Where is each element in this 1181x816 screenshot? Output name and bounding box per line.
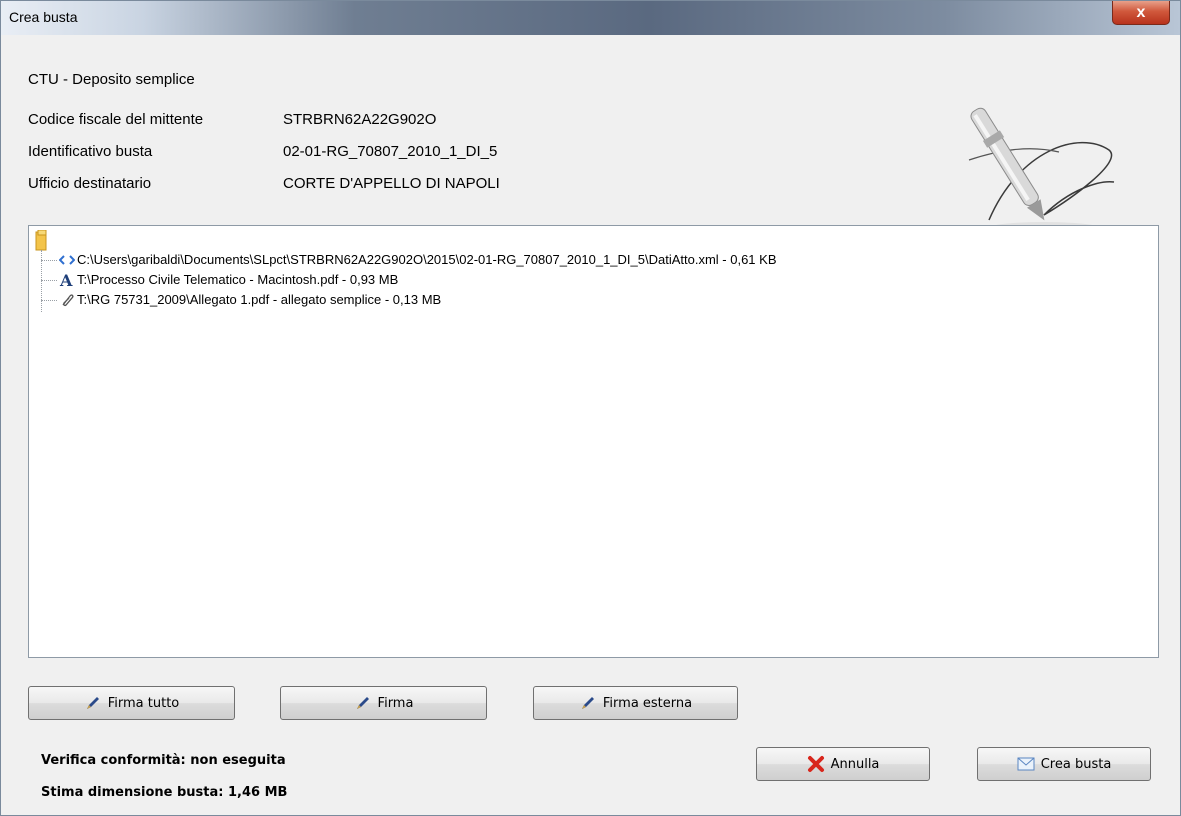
- tree-connector: [41, 300, 57, 301]
- info-value: CORTE D'APPELLO DI NAPOLI: [283, 175, 500, 192]
- pen-icon: [84, 694, 102, 712]
- crea-busta-button[interactable]: Crea busta: [977, 747, 1151, 781]
- title-bar[interactable]: Crea busta x: [1, 1, 1180, 35]
- envelope-contents-tree[interactable]: C:\Users\garibaldi\Documents\SLpct\STRBR…: [28, 225, 1159, 658]
- pen-icon: [354, 694, 372, 712]
- envelope-icon: [1017, 755, 1035, 773]
- dialog-body: CTU - Deposito semplice Codice fiscale d…: [9, 35, 1173, 809]
- button-label: Firma tutto: [107, 695, 180, 711]
- verifica-conformita-status: Verifica conformità: non eseguita: [41, 753, 286, 768]
- xml-code-icon: [58, 251, 76, 269]
- info-value: STRBRN62A22G902O: [283, 111, 437, 128]
- annulla-button[interactable]: Annulla: [756, 747, 930, 781]
- signature-pen-icon: [968, 107, 1115, 234]
- stima-dimensione-status: Stima dimensione busta: 1,46 MB: [41, 785, 288, 800]
- button-label: Annulla: [830, 756, 880, 772]
- cancel-x-icon: [807, 755, 825, 773]
- button-label: Firma esterna: [602, 695, 693, 711]
- firma-button[interactable]: Firma: [280, 686, 487, 720]
- info-label: Ufficio destinatario: [28, 175, 152, 192]
- svg-text:A: A: [59, 272, 73, 288]
- tree-item-label: T:\Processo Civile Telematico - Macintos…: [77, 272, 399, 287]
- button-label: Firma: [377, 695, 414, 711]
- tree-connector: [41, 260, 57, 261]
- firma-tutto-button[interactable]: Firma tutto: [28, 686, 235, 720]
- close-button[interactable]: x: [1112, 1, 1170, 25]
- info-label: Codice fiscale del mittente: [28, 111, 204, 128]
- info-value: 02-01-RG_70807_2010_1_DI_5: [283, 143, 498, 160]
- deposit-type-heading: CTU - Deposito semplice: [28, 71, 195, 88]
- pen-icon: [579, 694, 597, 712]
- crea-busta-window: Crea busta x CTU - Deposito semplice Cod…: [0, 0, 1181, 816]
- info-label: Identificativo busta: [28, 143, 153, 160]
- paperclip-icon: [58, 291, 76, 309]
- tree-item-label: T:\RG 75731_2009\Allegato 1.pdf - allega…: [77, 292, 442, 307]
- button-label: Crea busta: [1040, 756, 1112, 772]
- folder-icon[interactable]: [35, 230, 49, 252]
- firma-esterna-button[interactable]: Firma esterna: [533, 686, 738, 720]
- document-a-icon: A: [58, 271, 76, 289]
- window-title: Crea busta: [9, 9, 78, 25]
- close-icon: x: [1136, 3, 1146, 21]
- tree-item-label: C:\Users\garibaldi\Documents\SLpct\STRBR…: [77, 252, 777, 267]
- tree-connector: [41, 280, 57, 281]
